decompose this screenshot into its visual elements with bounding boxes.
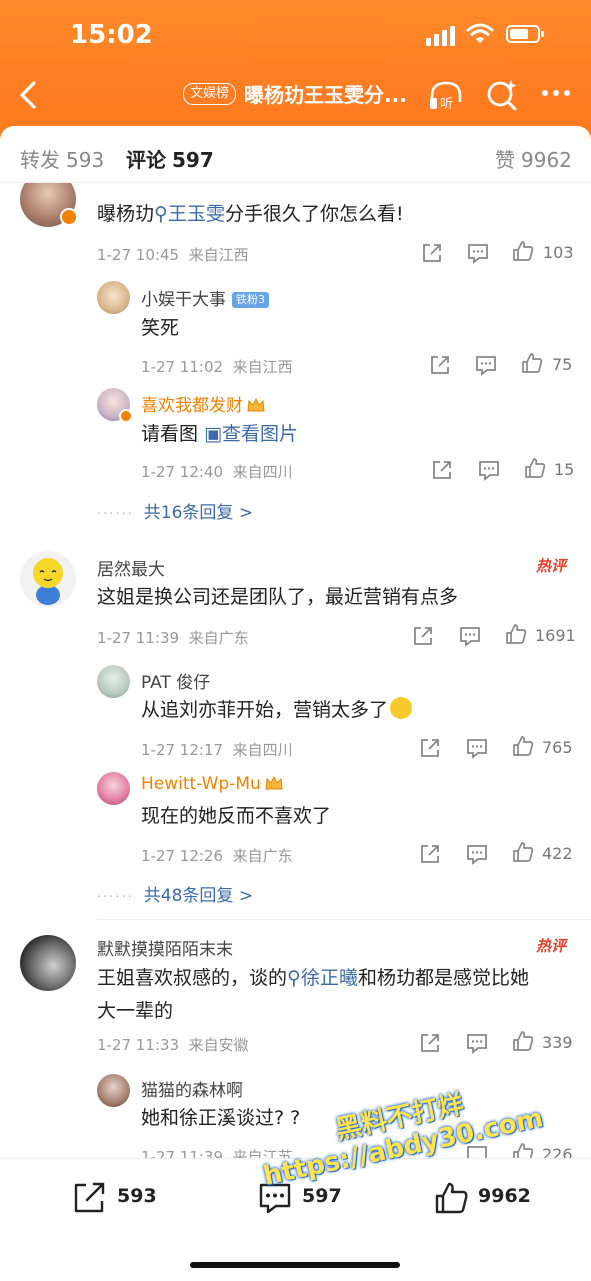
like-icon[interactable] [512, 240, 534, 262]
reply-icon[interactable] [475, 354, 497, 376]
comment-list[interactable]: 曝杨玏⚲王玉雯分手很久了你怎么看! 1-27 10:45 来自江西 103 小娱… [0, 183, 591, 1158]
like-icon[interactable] [512, 841, 534, 863]
like-count-total: 9962 [478, 1185, 531, 1207]
share-icon[interactable] [429, 354, 451, 376]
like-count: 765 [542, 738, 573, 757]
avatar[interactable] [97, 281, 130, 314]
search-link-icon: ⚲ [287, 967, 301, 989]
reply-text: 现在的她反而不喜欢了 [141, 805, 332, 827]
topic-link[interactable]: 王玉雯 [168, 203, 225, 225]
comment-meta: 1-27 10:45 来自江西 [97, 246, 249, 264]
reply-meta: 1-27 11:02 来自江西 [141, 358, 293, 376]
like-count: 103 [543, 243, 574, 262]
comment-text-line2: 大一辈的 [97, 1000, 174, 1022]
avatar[interactable] [97, 1074, 130, 1107]
reply-text: 从追刘亦菲开始，营销太多了 [141, 693, 413, 727]
reply-author[interactable]: PAT 俊仔 [141, 668, 210, 693]
reply-author[interactable]: 猫猫的森林啊 [141, 1076, 243, 1101]
nav-bar: 文娱榜 曝杨玏王玉雯分... 听 [0, 70, 591, 126]
comment-text: 曝杨玏⚲王玉雯分手很久了你怎么看! [97, 203, 404, 225]
reply-icon[interactable] [466, 1032, 488, 1054]
avatar[interactable] [20, 551, 76, 607]
listen-label: 听 [440, 97, 453, 112]
comment-meta: 1-27 11:33 来自安徽 [97, 1036, 249, 1054]
reply-author[interactable]: 喜欢我都发财 [141, 391, 265, 416]
more-icon[interactable] [540, 90, 572, 98]
like-icon[interactable] [524, 457, 546, 479]
hot-comment-badge: 热评 [536, 557, 567, 575]
tab-bar: 转发 593 评论 597 赞 9962 [0, 126, 591, 183]
reply-meta: 1-27 12:26 来自广东 [141, 847, 293, 865]
repost-icon [74, 1182, 105, 1213]
topic-link[interactable]: 徐正曦 [301, 967, 358, 989]
share-icon[interactable] [412, 625, 434, 647]
avatar[interactable] [20, 935, 76, 991]
reply-text: 笑死 [141, 317, 180, 339]
avatar[interactable] [97, 772, 130, 805]
reply-meta: 1-27 12:40 来自四川 [141, 463, 293, 481]
verified-icon [60, 208, 78, 226]
tab-likes[interactable]: 赞 9962 [495, 144, 572, 173]
share-icon[interactable] [431, 459, 453, 481]
like-icon[interactable] [505, 623, 527, 645]
like-count: 75 [552, 355, 573, 374]
thumbs-up-icon [435, 1182, 468, 1214]
comment-text: 王姐喜欢叔感的，谈的⚲徐正曦和杨玏都是感觉比她 [97, 967, 529, 989]
listen-icon[interactable]: 听 [428, 78, 464, 112]
vip-crown-icon [247, 397, 265, 412]
more-replies-link[interactable]: ······ 共16条回复 > [97, 498, 253, 523]
like-icon[interactable] [521, 352, 543, 374]
battery-icon [506, 25, 544, 43]
comment-text: 这姐是换公司还是团队了，最近营销有点多 [97, 586, 459, 608]
reply-icon[interactable] [459, 625, 481, 647]
avatar[interactable] [97, 665, 130, 698]
reply-meta: 1-27 12:17 来自四川 [141, 741, 293, 759]
reply-author[interactable]: Hewitt-Wp-Mu [141, 774, 283, 794]
like-count: 1691 [535, 626, 576, 645]
page-title: 曝杨玏王玉雯分... [244, 83, 407, 107]
reply-author[interactable]: 小娱干大事 铁粉3 [141, 285, 269, 310]
reply-text: 请看图 ▣查看图片 [141, 423, 299, 445]
search-link-icon: ⚲ [154, 203, 168, 225]
share-icon[interactable] [419, 737, 441, 759]
tab-comments[interactable]: 评论 597 [126, 144, 214, 173]
home-indicator[interactable] [190, 1262, 400, 1268]
status-time: 15:02 [70, 20, 153, 50]
reply-icon[interactable] [466, 843, 488, 865]
share-icon[interactable] [419, 1032, 441, 1054]
status-bar: 15:02 [0, 0, 591, 70]
share-icon[interactable] [421, 242, 443, 264]
search-ai-icon[interactable] [485, 78, 519, 112]
image-icon: ▣ [204, 423, 223, 445]
share-icon[interactable] [419, 843, 441, 865]
view-image-link[interactable]: 查看图片 [222, 423, 298, 445]
emoji-avatar-icon [33, 558, 63, 605]
like-icon[interactable] [512, 1030, 534, 1052]
signal-icon [426, 26, 458, 46]
reply-icon[interactable] [478, 459, 500, 481]
vip-crown-icon [265, 775, 283, 790]
more-replies-link[interactable]: ······ 共48条回复 > [97, 881, 253, 906]
comment-meta: 1-27 11:39 来自广东 [97, 629, 249, 647]
wifi-icon [466, 23, 494, 43]
hot-comment-badge: 热评 [536, 937, 567, 955]
like-button[interactable]: 9962 [434, 1181, 554, 1215]
category-badge: 文娱榜 [183, 83, 237, 105]
tab-repost[interactable]: 转发 593 [20, 144, 104, 173]
comment-divider [97, 919, 591, 920]
like-count: 339 [542, 1033, 573, 1052]
verified-icon [119, 409, 133, 423]
back-arrow-icon[interactable] [14, 78, 44, 112]
crying-laughing-emoji-icon [390, 697, 413, 719]
repost-button[interactable]: 593 [72, 1181, 182, 1215]
like-count: 15 [554, 460, 575, 479]
comment-author[interactable]: 默默摸摸陌陌末末 [97, 935, 233, 960]
like-count: 422 [542, 844, 573, 863]
repost-count: 593 [117, 1185, 157, 1207]
like-icon[interactable] [512, 735, 534, 757]
fan-badge: 铁粉3 [232, 292, 269, 308]
comment-author[interactable]: 居然最大 [97, 555, 165, 580]
reply-icon[interactable] [467, 242, 489, 264]
reply-icon[interactable] [466, 737, 488, 759]
